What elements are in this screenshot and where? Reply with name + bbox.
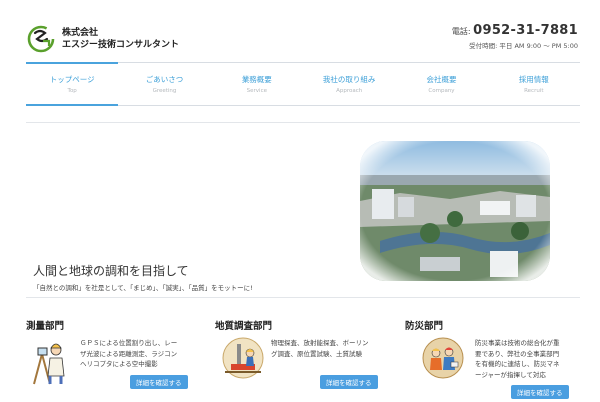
nav-item-recruit[interactable]: 採用情報 Recruit <box>488 63 580 105</box>
global-nav: トップページ Top ごあいさつ Greeting 業務概要 Service 我… <box>26 62 580 106</box>
nav-item-approach[interactable]: 我社の取り組み Approach <box>303 63 395 105</box>
dept-disaster: 防災部門 防災事業は技術の総合化が重 要であり、弊社の全事業部門 を有機的に連結… <box>405 318 569 399</box>
dept-desc-line: グ調査、原位置試験、土質試験 <box>271 349 362 358</box>
city-aerial-photo <box>360 141 550 281</box>
geology-survey-illustration-icon <box>222 337 264 379</box>
dept-survey: 測量部門 ＧＰＳによる位置割り出し、レー ザ光波による距離測定、ラジコン ヘリコ… <box>26 318 188 389</box>
dept-geology: 地質調査部門 物理探査、放射能探査、ボーリン グ調査、原位置試験、土質試験 詳細… <box>215 318 378 389</box>
surveyor-illustration-icon <box>33 343 65 385</box>
dept-title: 測量部門 <box>26 321 65 332</box>
nav-item-sublabel: Company <box>428 88 455 94</box>
nav-item-label: 採用情報 <box>518 75 549 84</box>
disaster-detail-button[interactable]: 詳細を確認する <box>511 385 569 399</box>
company-name-line2: エスジー技術コンサルタント <box>62 40 180 50</box>
nav-item-label: 我社の取り組み <box>322 75 376 84</box>
phone-label: 電話: <box>451 27 471 36</box>
sg-logo-icon <box>27 25 55 53</box>
dept-description: 物理探査、放射能探査、ボーリン グ調査、原位置試験、土質試験 <box>271 338 391 359</box>
nav-item-company[interactable]: 会社概要 Company <box>395 63 487 105</box>
company-name: 株式会社 エスジー技術コンサルタント <box>62 27 179 51</box>
nav-item-service[interactable]: 業務概要 Service <box>211 63 303 105</box>
phone-number[interactable]: 0952-31-7881 <box>473 23 578 38</box>
nav-item-sublabel: Service <box>246 88 267 94</box>
dept-desc-line: 防災事業は技術の総合化が重 <box>475 339 560 347</box>
dept-desc-line: ージャーが指揮して対応 <box>475 370 546 379</box>
divider <box>26 122 580 123</box>
nav-item-label: 会社概要 <box>426 75 457 84</box>
survey-detail-button[interactable]: 詳細を確認する <box>130 375 188 389</box>
dept-desc-line: ヘリコプタによる空中撮影 <box>80 360 158 368</box>
nav-item-sublabel: Top <box>67 88 77 94</box>
nav-item-sublabel: Approach <box>336 88 363 94</box>
nav-item-label: トップページ <box>49 75 95 84</box>
company-name-line1: 株式会社 <box>62 28 99 38</box>
dept-title: 地質調査部門 <box>215 321 273 332</box>
divider <box>26 297 580 298</box>
hero-subtitle: 「自然との調和」を社是として、「まじめ」、「誠実」、「品質」をモットーに! <box>33 284 253 292</box>
nav-item-label: 業務概要 <box>241 75 272 84</box>
dept-desc-line: 要であり、弊社の全事業部門 <box>475 349 560 358</box>
company-logo[interactable]: 株式会社 エスジー技術コンサルタント <box>26 24 179 54</box>
dept-title: 防災部門 <box>405 321 444 332</box>
contact-info: 電話: 0952-31-7881 受付時間: 平日 AM 9:00 〜 PM 5… <box>452 23 578 50</box>
dept-description: 防災事業は技術の総合化が重 要であり、弊社の全事業部門 を有機的に連結し、防災マ… <box>475 338 585 380</box>
dept-desc-line: ザ光波による距離測定、ラジコン <box>80 349 178 358</box>
nav-item-sublabel: Recruit <box>524 88 544 94</box>
phone: 電話: 0952-31-7881 <box>452 23 578 38</box>
business-hours: 受付時間: 平日 AM 9:00 〜 PM 5:00 <box>469 42 578 50</box>
disaster-team-illustration-icon <box>422 337 464 379</box>
dept-description: ＧＰＳによる位置割り出し、レー ザ光波による距離測定、ラジコン ヘリコプタによる… <box>80 338 198 370</box>
dept-desc-line: を有機的に連結し、防災マネ <box>475 360 560 368</box>
nav-item-sublabel: Greeting <box>152 88 177 94</box>
hero-title: 人間と地球の調和を目指して <box>33 264 189 278</box>
geology-detail-button[interactable]: 詳細を確認する <box>320 375 378 389</box>
nav-item-greeting[interactable]: ごあいさつ Greeting <box>118 63 210 105</box>
dept-desc-line: ＧＰＳによる位置割り出し、レー <box>80 339 178 347</box>
dept-desc-line: 物理探査、放射能探査、ボーリン <box>271 339 369 347</box>
nav-item-top[interactable]: トップページ Top <box>26 62 119 106</box>
nav-item-label: ごあいさつ <box>145 75 184 84</box>
